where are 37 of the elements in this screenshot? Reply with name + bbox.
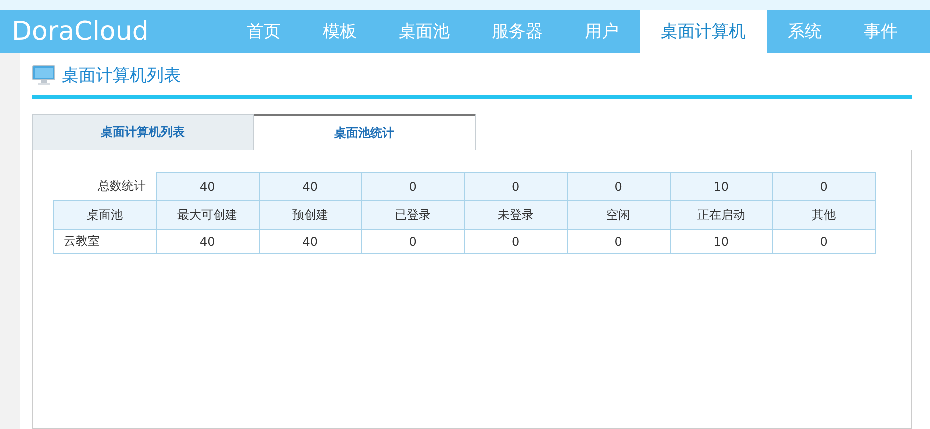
page-title: 桌面计算机列表 bbox=[62, 64, 181, 86]
table-cell: 40 bbox=[156, 230, 259, 254]
table-cell: 0 bbox=[567, 172, 670, 200]
totals-label: 总数统计 bbox=[54, 172, 156, 200]
column-header: 空闲 bbox=[567, 200, 670, 230]
nav-item[interactable]: 桌面计算机 bbox=[640, 10, 767, 53]
nav-item[interactable]: 系统 bbox=[767, 10, 843, 53]
column-header: 桌面池 bbox=[54, 200, 156, 230]
table-cell: 0 bbox=[464, 172, 568, 200]
nav-item[interactable]: 用户 bbox=[564, 10, 640, 53]
column-header: 最大可创建 bbox=[156, 200, 259, 230]
logo: DoraCloud bbox=[11, 16, 150, 48]
table-cell: 40 bbox=[259, 230, 362, 254]
column-header: 正在启动 bbox=[670, 200, 773, 230]
table-cell: 10 bbox=[670, 172, 773, 200]
table-cell: 0 bbox=[567, 230, 670, 254]
table-cell: 40 bbox=[259, 172, 362, 200]
column-header: 其他 bbox=[772, 200, 876, 230]
table-cell: 0 bbox=[772, 230, 876, 254]
table-cell: 40 bbox=[156, 172, 259, 200]
tab[interactable]: 桌面计算机列表 bbox=[32, 114, 254, 150]
column-header: 未登录 bbox=[464, 200, 568, 230]
table-cell: 0 bbox=[362, 172, 464, 200]
nav-item[interactable]: 事件 bbox=[843, 10, 919, 53]
nav-item[interactable]: 桌面池 bbox=[378, 10, 471, 53]
tab[interactable]: 桌面池统计 bbox=[254, 114, 476, 150]
column-header: 已登录 bbox=[362, 200, 464, 230]
table-cell: 0 bbox=[362, 230, 464, 254]
table-cell: 10 bbox=[670, 230, 773, 254]
nav-item[interactable]: 首页 bbox=[226, 10, 302, 53]
table-cell: 云教室 bbox=[54, 230, 156, 254]
nav-item[interactable]: 模板 bbox=[302, 10, 378, 53]
column-header: 预创建 bbox=[259, 200, 362, 230]
monitor-icon bbox=[32, 65, 56, 85]
table-cell: 0 bbox=[464, 230, 568, 254]
table-cell: 0 bbox=[772, 172, 876, 200]
nav-item[interactable]: 服务器 bbox=[471, 10, 564, 53]
